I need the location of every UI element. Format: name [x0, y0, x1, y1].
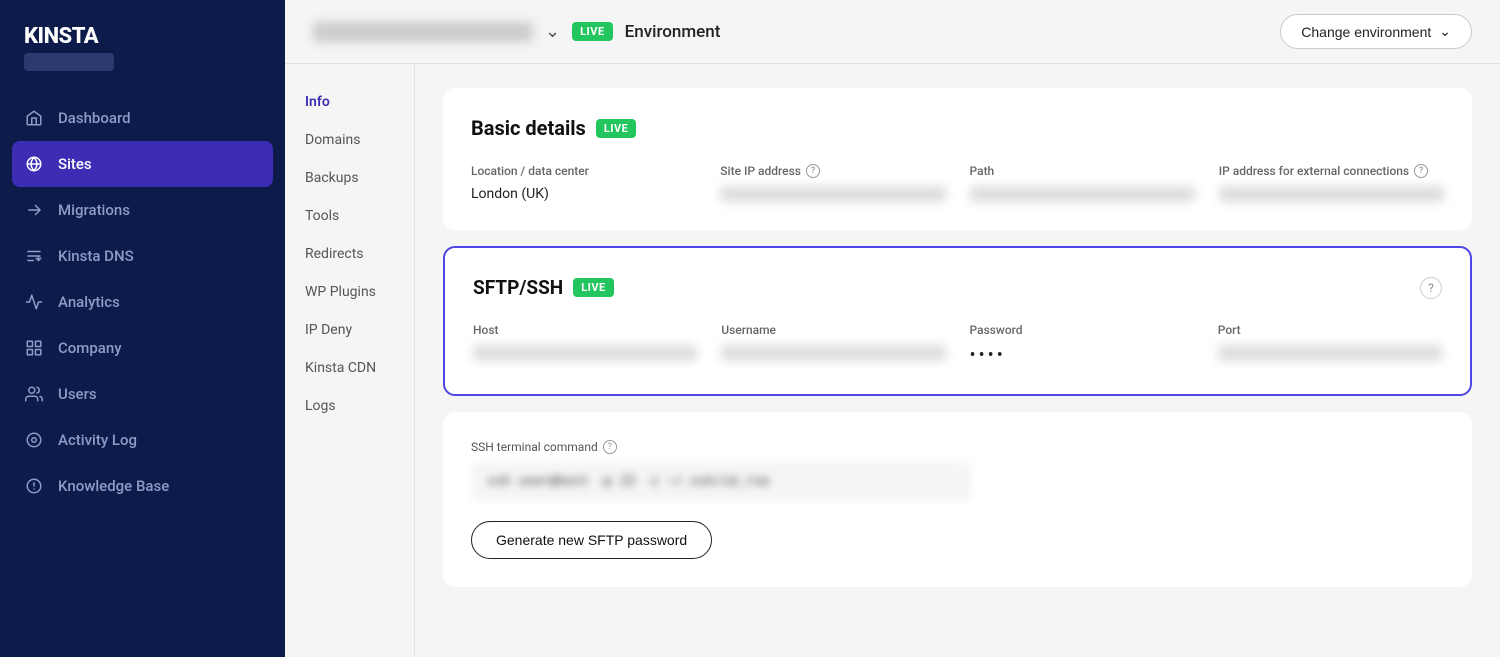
subnav-item-logs[interactable]: Logs	[285, 388, 414, 424]
site-ip-value-blurred	[720, 186, 945, 202]
sidebar-item-label: Knowledge Base	[58, 477, 169, 495]
field-ip-external: IP address for external connections ?	[1219, 164, 1444, 202]
path-value-blurred	[970, 186, 1195, 202]
port-label: Port	[1218, 323, 1442, 337]
username-label: Username	[721, 323, 945, 337]
generate-sftp-password-button[interactable]: Generate new SFTP password	[471, 521, 712, 559]
basic-details-heading: Basic details	[471, 116, 586, 140]
basic-details-fields: Location / data center London (UK) Site …	[471, 164, 1444, 202]
sftp-title-row: SFTP/SSH LIVE	[473, 276, 614, 299]
sites-icon	[24, 154, 44, 174]
sidebar-item-analytics[interactable]: Analytics	[0, 279, 285, 325]
site-ip-info-icon[interactable]: ?	[806, 164, 820, 178]
field-site-ip: Site IP address ?	[720, 164, 945, 202]
sidebar: KINSTA Dashboard Sites Migrations	[0, 0, 285, 657]
field-host: Host	[473, 323, 697, 366]
live-badge: LIVE	[572, 22, 613, 41]
subnav-item-ip-deny[interactable]: IP Deny	[285, 312, 414, 348]
site-name-blurred	[313, 22, 533, 42]
dns-icon	[24, 246, 44, 266]
change-environment-button[interactable]: Change environment ⌄	[1280, 14, 1472, 49]
password-label: Password	[970, 323, 1194, 337]
field-path: Path	[970, 164, 1195, 202]
content-wrapper: Info Domains Backups Tools Redirects WP …	[285, 64, 1500, 657]
port-value-blurred	[1218, 345, 1442, 361]
home-icon	[24, 108, 44, 128]
subnav-item-redirects[interactable]: Redirects	[285, 236, 414, 272]
location-label: Location / data center	[471, 164, 696, 178]
analytics-icon	[24, 292, 44, 312]
logo-area: KINSTA	[0, 0, 285, 83]
host-value-blurred	[473, 345, 697, 361]
field-location: Location / data center London (UK)	[471, 164, 696, 202]
chevron-down-icon: ⌄	[1439, 23, 1451, 40]
subnav-item-wp-plugins[interactable]: WP Plugins	[285, 274, 414, 310]
field-port: Port	[1218, 323, 1442, 366]
topbar-left: ⌄ LIVE Environment	[313, 21, 720, 42]
sidebar-item-label: Users	[58, 385, 97, 403]
logo: KINSTA	[24, 24, 261, 49]
company-icon	[24, 338, 44, 358]
knowledge-icon	[24, 476, 44, 496]
environment-label: Environment	[625, 22, 721, 42]
chevron-down-icon[interactable]: ⌄	[545, 21, 560, 42]
sftp-live-badge: LIVE	[573, 278, 614, 297]
site-ip-label: Site IP address ?	[720, 164, 945, 178]
sidebar-item-migrations[interactable]: Migrations	[0, 187, 285, 233]
sftp-heading: SFTP/SSH	[473, 276, 563, 299]
sidebar-item-activity-log[interactable]: Activity Log	[0, 417, 285, 463]
subnav-item-domains[interactable]: Domains	[285, 122, 414, 158]
sidebar-item-knowledge-base[interactable]: Knowledge Base	[0, 463, 285, 509]
subnav-item-backups[interactable]: Backups	[285, 160, 414, 196]
ssh-section: SSH terminal command ? ssh user@host -p …	[443, 412, 1472, 587]
sidebar-nav: Dashboard Sites Migrations Kinsta DNS An	[0, 83, 285, 657]
ssh-label: SSH terminal command ?	[471, 440, 1444, 454]
path-label: Path	[970, 164, 1195, 178]
location-value: London (UK)	[471, 186, 696, 202]
ssh-info-icon[interactable]: ?	[603, 440, 617, 454]
sidebar-item-company[interactable]: Company	[0, 325, 285, 371]
main-area: ⌄ LIVE Environment Change environment ⌄ …	[285, 0, 1500, 657]
basic-details-card: Basic details LIVE Location / data cente…	[443, 88, 1472, 230]
field-password: Password ••••	[970, 323, 1194, 366]
logo-subtitle	[24, 53, 114, 71]
sidebar-item-label: Migrations	[58, 201, 130, 219]
page-content: Basic details LIVE Location / data cente…	[415, 64, 1500, 657]
sidebar-item-label: Company	[58, 339, 122, 357]
sidebar-item-label: Sites	[58, 155, 92, 173]
basic-details-title-row: Basic details LIVE	[471, 116, 1444, 140]
users-icon	[24, 384, 44, 404]
sidebar-item-kinsta-dns[interactable]: Kinsta DNS	[0, 233, 285, 279]
sftp-help-icon[interactable]: ?	[1420, 277, 1442, 299]
sftp-fields: Host Username Password •••• Port	[473, 323, 1442, 366]
topbar: ⌄ LIVE Environment Change environment ⌄	[285, 0, 1500, 64]
sidebar-item-dashboard[interactable]: Dashboard	[0, 95, 285, 141]
ip-external-info-icon[interactable]: ?	[1414, 164, 1428, 178]
field-username: Username	[721, 323, 945, 366]
subnav-item-info[interactable]: Info	[285, 84, 414, 120]
subnav-item-tools[interactable]: Tools	[285, 198, 414, 234]
sidebar-item-users[interactable]: Users	[0, 371, 285, 417]
activity-icon	[24, 430, 44, 450]
host-label: Host	[473, 323, 697, 337]
sidebar-item-sites[interactable]: Sites	[12, 141, 273, 187]
change-environment-label: Change environment	[1301, 24, 1431, 40]
migrations-icon	[24, 200, 44, 220]
password-value: ••••	[970, 345, 1194, 366]
subnav-item-kinsta-cdn[interactable]: Kinsta CDN	[285, 350, 414, 386]
ip-external-label: IP address for external connections ?	[1219, 164, 1444, 178]
sidebar-item-label: Analytics	[58, 293, 120, 311]
username-value-blurred	[721, 345, 945, 361]
ssh-command-value-blurred: ssh user@host -p 22 -i ~/.ssh/id_rsa	[471, 462, 971, 501]
sftp-card: SFTP/SSH LIVE ? Host Username P	[443, 246, 1472, 396]
sftp-header: SFTP/SSH LIVE ?	[473, 276, 1442, 299]
basic-details-live-badge: LIVE	[596, 119, 637, 138]
ip-external-value-blurred	[1219, 186, 1444, 202]
sidebar-item-label: Activity Log	[58, 431, 137, 449]
sidebar-item-label: Kinsta DNS	[58, 247, 134, 265]
subnav: Info Domains Backups Tools Redirects WP …	[285, 64, 415, 657]
sidebar-item-label: Dashboard	[58, 109, 131, 127]
